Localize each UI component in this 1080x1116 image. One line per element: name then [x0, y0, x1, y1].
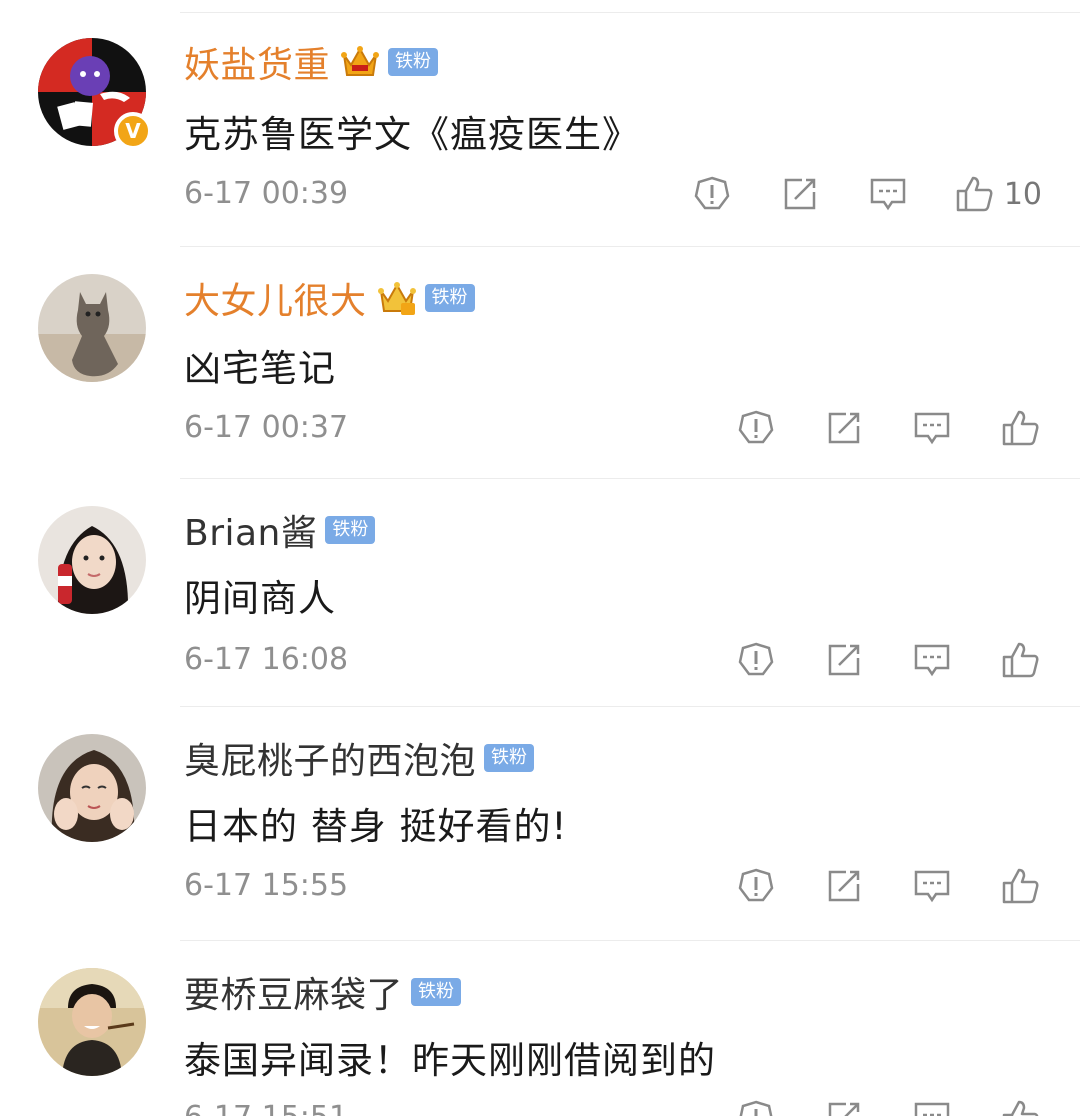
reply-icon: [914, 412, 950, 445]
like-button[interactable]: [998, 1096, 1042, 1116]
repost-button[interactable]: [778, 172, 822, 216]
like-icon: [1002, 1100, 1039, 1116]
timestamp: 6-17 16:08: [184, 642, 349, 677]
reply-button[interactable]: [910, 1096, 954, 1116]
comment-text: 泰国异闻录！昨天刚刚借阅到的: [184, 1039, 716, 1082]
repost-icon: [828, 644, 860, 676]
report-icon: [738, 410, 774, 444]
report-button[interactable]: [690, 172, 734, 216]
timestamp: 6-17 00:39: [184, 176, 349, 211]
crown-icon: [377, 282, 416, 315]
reply-button[interactable]: [866, 172, 910, 216]
crown-icon: [341, 46, 380, 76]
divider: [180, 12, 1080, 13]
reply-icon: [870, 178, 906, 211]
avatar[interactable]: [38, 734, 146, 842]
like-count: 10: [1003, 176, 1042, 212]
timestamp: 6-17 00:37: [184, 410, 349, 445]
username[interactable]: 大女儿很大: [184, 272, 367, 324]
verified-badge: V: [114, 112, 152, 150]
timestamp: 6-17 15:51: [184, 1100, 348, 1116]
repost-icon: [828, 1102, 860, 1116]
report-button[interactable]: [734, 864, 778, 908]
reply-icon: [914, 1102, 950, 1116]
like-icon: [1002, 410, 1039, 446]
comment-text: 日本的 替身 挺好看的!: [184, 805, 568, 848]
report-button[interactable]: [734, 406, 778, 450]
repost-icon: [828, 412, 860, 444]
fan-badge: 铁粉: [388, 48, 439, 76]
report-icon: [738, 642, 774, 676]
comment-text: 阴间商人: [184, 577, 336, 620]
repost-button[interactable]: [822, 638, 866, 682]
repost-button[interactable]: [822, 1096, 866, 1116]
repost-button[interactable]: [822, 406, 866, 450]
comment-list: V 妖盐货重 铁粉 克苏鲁医学文《瘟疫医生》 6-17 00:39 10 大女儿…: [0, 0, 1080, 1116]
reply-button[interactable]: [910, 406, 954, 450]
fan-badge: 铁粉: [325, 516, 376, 544]
like-button[interactable]: [998, 638, 1042, 682]
report-button[interactable]: [734, 1096, 778, 1116]
divider: [180, 706, 1080, 707]
like-button[interactable]: 10: [954, 172, 1042, 216]
reply-button[interactable]: [910, 638, 954, 682]
like-icon: [1002, 868, 1039, 904]
report-icon: [694, 176, 730, 210]
report-icon: [739, 1100, 773, 1116]
fan-badge: 铁粉: [484, 744, 535, 772]
divider: [180, 478, 1080, 479]
report-icon: [738, 868, 774, 902]
reply-button[interactable]: [910, 864, 954, 908]
like-icon: [956, 176, 993, 212]
repost-button[interactable]: [822, 864, 866, 908]
fan-badge: 铁粉: [411, 978, 462, 1006]
repost-icon: [784, 178, 816, 210]
username[interactable]: 要桥豆麻袋了: [184, 966, 403, 1018]
like-button[interactable]: [998, 864, 1042, 908]
comment-text: 克苏鲁医学文《瘟疫医生》: [184, 113, 640, 156]
avatar[interactable]: [38, 506, 146, 614]
like-icon: [1002, 642, 1039, 678]
avatar[interactable]: [38, 968, 146, 1076]
divider: [180, 940, 1080, 941]
reply-icon: [914, 644, 950, 677]
like-button[interactable]: [998, 406, 1042, 450]
divider: [180, 246, 1080, 247]
username[interactable]: 臭屁桃子的西泡泡: [184, 732, 476, 784]
repost-icon: [828, 870, 860, 902]
username[interactable]: Brian酱: [184, 504, 317, 556]
fan-badge: 铁粉: [424, 284, 475, 312]
report-button[interactable]: [734, 638, 778, 682]
timestamp: 6-17 15:55: [184, 868, 349, 903]
avatar[interactable]: [38, 274, 146, 382]
reply-icon: [914, 870, 950, 903]
comment-text: 凶宅笔记: [184, 347, 336, 390]
username[interactable]: 妖盐货重: [184, 36, 330, 88]
